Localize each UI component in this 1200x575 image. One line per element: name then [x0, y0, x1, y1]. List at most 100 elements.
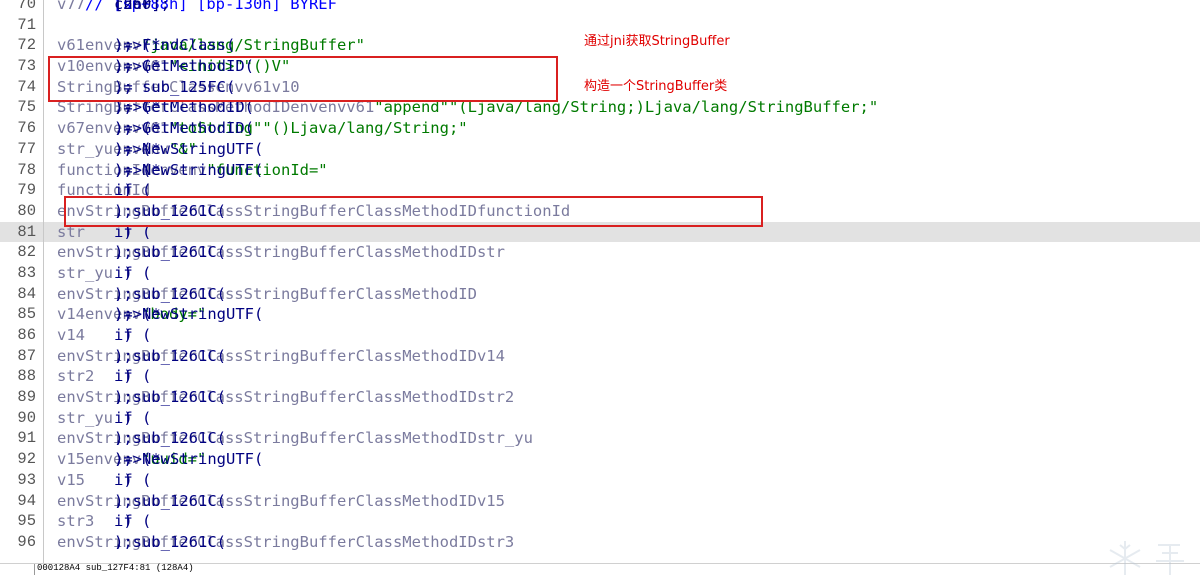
code-text[interactable]: functionId = (* env)->NewStringUTF(env, "…: [57, 160, 328, 181]
code-text[interactable]: char v77 [260]; // [sp+88h] [bp-130h] BYR…: [57, 0, 337, 15]
code-text[interactable]: if ( v14 ): [57, 325, 151, 346]
annotation-construct: 构造一个StringBuffer类: [584, 79, 728, 94]
snowflake-logo-icon: [1109, 541, 1184, 575]
code-text[interactable]: v67 = (* env)->GetMethodID(env, v61, "toS…: [57, 118, 468, 139]
line-number: 71: [17, 15, 36, 34]
line-number: 89: [17, 388, 36, 407]
token-var: str_yu: [476, 429, 533, 448]
code-line-89[interactable]: 89 sub_1261C(env, StringBufferClass, Str…: [0, 387, 1200, 408]
code-text[interactable]: if ( str_yu ): [57, 263, 151, 284]
token-env: env: [85, 305, 113, 324]
token-code: );: [114, 139, 133, 158]
token-code: ): [114, 326, 133, 344]
token-var: str3: [476, 532, 515, 551]
token-code: )->NewStringUTF(: [114, 160, 264, 179]
token-var: v61: [57, 36, 85, 55]
line-number: 84: [17, 284, 36, 303]
line-number: 90: [17, 408, 36, 427]
token-var: v15: [476, 491, 505, 510]
token-var: str_yu: [57, 263, 113, 282]
token-code: );: [114, 491, 133, 510]
token-code: );: [114, 532, 133, 551]
code-text[interactable]: sub_1261C(env, StringBufferClass, String…: [57, 491, 505, 512]
code-line-93[interactable]: 93 if ( v15 ): [0, 470, 1200, 491]
token-code: );: [114, 160, 133, 179]
token-code: );: [114, 346, 133, 365]
token-code: )->NewStringUTF(: [114, 450, 264, 469]
code-text[interactable]: v14 = (* env)->NewStringUTF(env, "body=")…: [57, 304, 263, 325]
token-var: StringBufferClassMethodID: [243, 491, 477, 510]
status-bar-address: 000128A4 sub_127F4:81 (128A4): [37, 563, 194, 573]
line-number: 80: [17, 201, 36, 220]
token-code: ): [114, 512, 133, 531]
token-code: );: [114, 36, 133, 55]
code-text[interactable]: v61 = (* env)->FindClass(env, "java/lang/…: [57, 35, 365, 56]
highlight-box-append-functionid: [64, 196, 763, 227]
code-text[interactable]: if ( v15 ): [57, 470, 151, 491]
code-text[interactable]: sub_1261C(env, StringBufferClass, String…: [57, 532, 514, 553]
code-text[interactable]: sub_1261C(env, StringBufferClass, String…: [57, 346, 505, 367]
line-number: 87: [17, 346, 36, 365]
token-code: [260];: [114, 0, 180, 13]
line-number: 93: [17, 470, 36, 489]
code-line-95[interactable]: 95 if ( str3 ): [0, 511, 1200, 532]
line-number: 94: [17, 491, 36, 510]
line-number: 73: [17, 57, 36, 76]
line-number: 95: [17, 512, 36, 531]
code-text[interactable]: sub_1261C(env, StringBufferClass, String…: [57, 428, 533, 449]
code-line-88[interactable]: 88 if ( str2 ): [0, 366, 1200, 387]
code-text[interactable]: sub_1261C(env, StringBufferClass, String…: [57, 242, 505, 263]
line-number: 85: [17, 305, 36, 324]
token-code: ): [114, 408, 133, 427]
token-var: v15: [57, 470, 85, 489]
annotation-findclass: 通过jni获取StringBuffer: [584, 34, 730, 49]
line-number: 70: [17, 0, 36, 13]
code-line-87[interactable]: 87 sub_1261C(env, StringBufferClass, Str…: [0, 346, 1200, 367]
line-number: 83: [17, 263, 36, 282]
token-code: );: [114, 305, 133, 324]
code-line-78[interactable]: 78 functionId = (* env)->NewStringUTF(env,…: [0, 160, 1200, 181]
code-line-91[interactable]: 91 sub_1261C(env, StringBufferClass, Str…: [0, 428, 1200, 449]
code-text[interactable]: if ( str3 ): [57, 511, 151, 532]
token-env: env: [85, 450, 113, 469]
code-text[interactable]: sub_1261C(env, StringBufferClass, String…: [57, 387, 514, 408]
token-env: env: [57, 491, 85, 510]
token-code: )->NewStringUTF(: [114, 139, 264, 158]
token-env: env: [57, 429, 85, 448]
token-code: ): [114, 470, 133, 489]
token-env: env: [57, 388, 85, 407]
code-text[interactable]: if ( str2 ): [57, 366, 151, 387]
code-line-94[interactable]: 94 sub_1261C(env, StringBufferClass, Str…: [0, 491, 1200, 512]
code-text[interactable]: v15 = (* env)->NewStringUTF(env, "uuid=")…: [57, 449, 263, 470]
token-code: ): [114, 367, 133, 386]
code-line-84[interactable]: 84 sub_1261C(env, StringBufferClass, Str…: [0, 284, 1200, 305]
code-line-90[interactable]: 90 if ( str_yu ): [0, 408, 1200, 429]
status-bar: 000128A4 sub_127F4:81 (128A4): [0, 563, 1200, 575]
token-var: v14: [57, 326, 85, 344]
token-code: );: [114, 284, 133, 303]
token-var: v14: [57, 305, 85, 324]
token-var: str3: [57, 512, 95, 531]
code-line-86[interactable]: 86 if ( v14 ): [0, 325, 1200, 346]
code-line-70[interactable]: 70 char v77 [260]; // [sp+88h] [bp-130h] B…: [0, 0, 1200, 15]
token-env: env: [85, 36, 113, 55]
code-line-85[interactable]: 85 v14 = (* env)->NewStringUTF(env, "body=…: [0, 304, 1200, 325]
code-line-76[interactable]: 76 v67 = (* env)->GetMethodID(env, v61, "t…: [0, 118, 1200, 139]
code-line-82[interactable]: 82 sub_1261C(env, StringBufferClass, Str…: [0, 242, 1200, 263]
line-number: 72: [17, 36, 36, 55]
code-line-77[interactable]: 77 str_yu = (* env)->NewStringUTF(env, "&"…: [0, 139, 1200, 160]
code-line-92[interactable]: 92 v15 = (* env)->NewStringUTF(env, "uuid=…: [0, 449, 1200, 470]
code-text[interactable]: str_yu = (* env)->NewStringUTF(env, "&");: [57, 139, 263, 160]
line-number: 86: [17, 326, 36, 344]
code-text[interactable]: if ( str_yu ): [57, 408, 151, 429]
token-code: )->NewStringUTF(: [114, 305, 264, 324]
line-number: 77: [17, 139, 36, 158]
code-text[interactable]: sub_1261C(env, StringBufferClass, String…: [57, 284, 477, 305]
code-line-83[interactable]: 83 if ( str_yu ): [0, 263, 1200, 284]
line-number: 79: [17, 181, 36, 200]
token-var: StringBufferClassMethodID: [243, 388, 477, 407]
token-var: str: [476, 243, 505, 262]
line-number-gutter-separator: [43, 0, 44, 565]
code-line-96[interactable]: 96 sub_1261C(env, StringBufferClass, Str…: [0, 532, 1200, 553]
token-env: env: [57, 532, 85, 551]
